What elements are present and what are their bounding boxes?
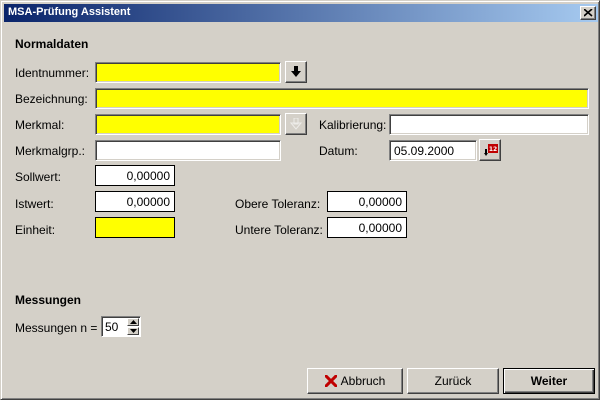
spin-buttons — [127, 318, 139, 335]
identnummer-lookup-button[interactable] — [285, 61, 307, 83]
untere-toleranz-input[interactable]: 0,00000 — [327, 217, 407, 238]
obere-toleranz-input[interactable]: 0,00000 — [327, 191, 407, 212]
close-button[interactable] — [580, 6, 596, 20]
identnummer-label: Identnummer: — [15, 66, 90, 80]
abbruch-button[interactable]: Abbruch — [307, 368, 403, 394]
kalibrierung-input[interactable] — [389, 114, 589, 135]
kalibrierung-label: Kalibrierung: — [319, 118, 387, 132]
window-title: MSA-Prüfung Assistent — [8, 6, 131, 18]
zurueck-button[interactable]: Zurück — [407, 368, 499, 394]
merkmal-label: Merkmal: — [15, 118, 65, 132]
close-icon — [584, 9, 593, 17]
datum-input[interactable]: 05.09.2000 — [389, 140, 477, 161]
bezeichnung-label: Bezeichnung: — [15, 92, 88, 106]
istwert-label: Istwert: — [15, 197, 54, 211]
messungen-n-value[interactable]: 50 — [105, 320, 118, 334]
spin-up-button[interactable] — [127, 318, 139, 326]
weiter-label: Weiter — [530, 374, 568, 388]
bezeichnung-input[interactable] — [95, 88, 589, 109]
datum-picker-button[interactable]: 12 — [479, 139, 501, 161]
wizard-window: MSA-Prüfung Assistent Normaldaten Identn… — [0, 0, 600, 400]
identnummer-input[interactable] — [95, 62, 281, 83]
einheit-label: Einheit: — [15, 223, 56, 237]
chevron-up-icon — [130, 320, 137, 324]
abbruch-label: Abbruch — [340, 374, 386, 388]
zurueck-label: Zurück — [434, 374, 472, 388]
chevron-down-icon — [130, 329, 137, 333]
obere-toleranz-label: Obere Toleranz: — [235, 197, 321, 211]
istwert-input[interactable]: 0,00000 — [95, 191, 175, 212]
messungen-n-stepper[interactable]: 50 — [101, 316, 141, 337]
normaldaten-heading: Normaldaten — [15, 37, 89, 51]
messungen-n-label: Messungen n = — [15, 321, 98, 335]
untere-toleranz-label: Untere Toleranz: — [235, 223, 323, 237]
weiter-button[interactable]: Weiter — [503, 368, 595, 394]
messungen-heading: Messungen — [15, 293, 82, 307]
merkmalgrp-input[interactable] — [95, 140, 281, 161]
spin-down-button[interactable] — [127, 327, 139, 335]
einheit-input[interactable] — [95, 217, 175, 238]
merkmal-input[interactable] — [95, 114, 281, 135]
sollwert-label: Sollwert: — [15, 170, 62, 184]
title-bar: MSA-Prüfung Assistent — [4, 4, 598, 22]
datum-label: Datum: — [319, 144, 358, 158]
merkmalgrp-label: Merkmalgrp.: — [15, 144, 86, 158]
merkmal-lookup-button[interactable] — [285, 113, 307, 135]
arrow-down-icon — [290, 118, 302, 130]
x-icon — [324, 374, 337, 387]
sollwert-input[interactable]: 0,00000 — [95, 165, 175, 186]
arrow-down-icon — [291, 66, 301, 77]
calendar-icon: 12 — [484, 144, 498, 156]
svg-text:12: 12 — [489, 146, 497, 153]
